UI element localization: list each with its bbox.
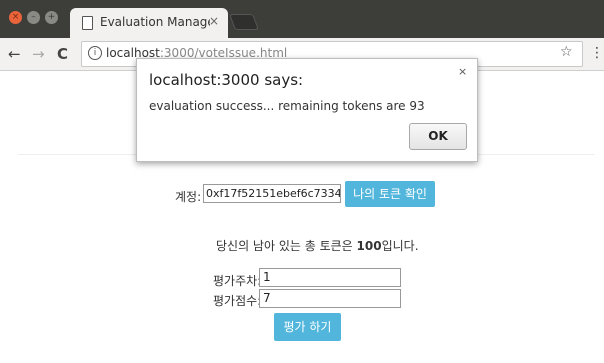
alert-close-icon[interactable]: × [458,65,467,78]
forward-icon[interactable]: → [32,45,45,63]
alert-message: evaluation success... remaining tokens a… [149,99,425,113]
check-tokens-button[interactable]: 나의 토큰 확인 [345,181,435,207]
round-field[interactable]: 1 [259,268,401,287]
tab-title: Evaluation Manage [100,15,210,29]
browser-tab[interactable]: Evaluation Manage × [70,8,228,38]
remaining-tokens-value: 100 [356,239,382,253]
menu-dots-icon[interactable]: ⋮ [590,45,604,61]
page-icon [82,16,93,30]
account-field[interactable]: 0xf17f52151ebef6c7334fad [203,184,341,203]
round-label: 평가주차: [213,274,262,288]
bookmark-star-icon[interactable]: ☆ [560,44,573,60]
new-tab-button[interactable] [229,14,259,30]
account-label: 계정: [175,190,202,204]
info-icon[interactable]: i [88,46,102,60]
score-label: 평가점수: [213,294,262,308]
remaining-tokens-text: 당신의 남아 있는 총 토큰은 100입니다. [216,237,419,254]
window-minimize-button[interactable]: – [27,11,40,24]
remaining-prefix: 당신의 남아 있는 총 토큰은 [216,239,357,253]
window-titlebar: × – + Evaluation Manage × [0,0,604,38]
alert-ok-button[interactable]: OK [409,123,467,150]
reload-icon[interactable]: C [57,45,68,63]
back-icon[interactable]: ← [8,45,21,63]
score-field[interactable]: 7 [259,289,401,308]
evaluate-button[interactable]: 평가 하기 [274,313,341,341]
tab-close-icon[interactable]: × [209,14,219,28]
alert-title: localhost:3000 says: [149,71,304,89]
alert-dialog: localhost:3000 says: × evaluation succes… [136,58,478,162]
window-maximize-button[interactable]: + [45,11,58,24]
window-close-button[interactable]: × [9,11,22,24]
remaining-suffix: 입니다. [381,239,419,253]
